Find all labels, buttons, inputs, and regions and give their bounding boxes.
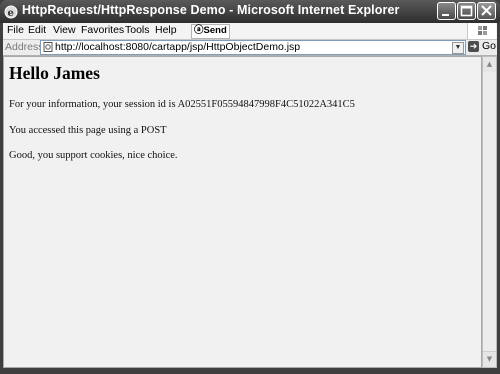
browser-window: e HttpRequest/HttpResponse Demo - Micros… [0, 0, 500, 374]
address-dropdown-icon[interactable]: ▼ [452, 42, 464, 54]
send-label: Send [203, 25, 227, 36]
window-title: HttpRequest/HttpResponse Demo - Microsof… [22, 3, 400, 17]
messenger-icon: ⓐ [194, 25, 204, 36]
page-icon [43, 42, 53, 52]
menu-help[interactable]: Help [155, 24, 177, 36]
menu-view[interactable]: View [53, 24, 76, 36]
go-button[interactable]: ➜ Go [468, 40, 496, 54]
address-url: http://localhost:8080/cartapp/jsp/HttpOb… [55, 41, 301, 53]
go-label: Go [482, 40, 497, 52]
address-input[interactable]: http://localhost:8080/cartapp/jsp/HttpOb… [40, 40, 466, 55]
cookie-text: Good, you support cookies, nice choice. [9, 150, 178, 161]
close-button[interactable] [477, 2, 496, 20]
vertical-scrollbar[interactable]: ▲ ▼ [482, 56, 497, 368]
session-id-text: For your information, your session id is… [9, 99, 355, 110]
menu-tools[interactable]: Tools [125, 24, 150, 36]
scroll-down-icon[interactable]: ▼ [483, 351, 496, 367]
maximize-button[interactable] [457, 2, 476, 20]
page-heading: Hello James [9, 63, 100, 83]
minimize-button[interactable] [437, 2, 456, 20]
scroll-track[interactable] [483, 72, 496, 352]
menu-favorites[interactable]: Favorites [81, 24, 124, 36]
windows-logo-icon [467, 23, 496, 39]
menu-edit[interactable]: Edit [28, 24, 46, 36]
ie-logo-icon: e [4, 4, 18, 19]
page-content: Hello James For your information, your s… [3, 56, 482, 368]
send-button[interactable]: ⓐSend [191, 24, 230, 39]
title-bar[interactable]: e HttpRequest/HttpResponse Demo - Micros… [0, 0, 500, 23]
method-text: You accessed this page using a POST [9, 125, 167, 136]
address-label: Address [5, 41, 44, 53]
scroll-up-icon[interactable]: ▲ [483, 57, 496, 73]
menu-file[interactable]: File [7, 24, 24, 36]
svg-text:e: e [8, 8, 14, 19]
address-bar: Address http://localhost:8080/cartapp/js… [3, 40, 497, 56]
status-bar [3, 368, 497, 372]
go-arrow-icon: ➜ [468, 41, 479, 52]
menu-bar: File Edit View Favorites Tools Help ⓐSen… [3, 23, 497, 40]
